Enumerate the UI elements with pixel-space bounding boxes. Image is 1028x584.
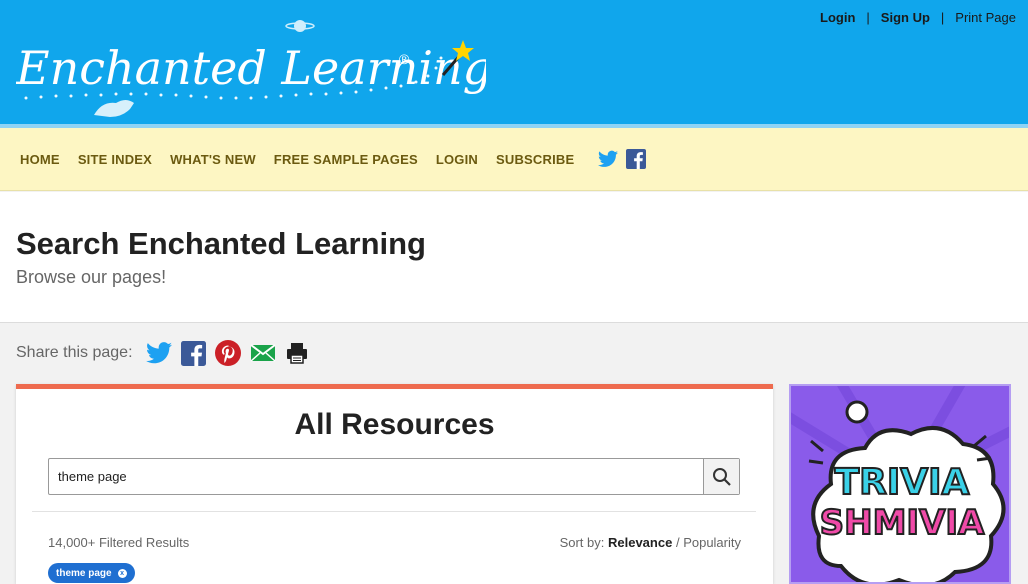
login-link[interactable]: Login [820, 10, 855, 25]
twitter-icon[interactable] [598, 150, 619, 168]
main-nav: HOME SITE INDEX WHAT'S NEW FREE SAMPLE P… [0, 128, 1028, 191]
share-bar: Share this page: [16, 340, 309, 366]
trivia-ad-image: TRIVIA SHMIVIA [791, 386, 1009, 582]
filter-chip[interactable]: theme page x [48, 563, 135, 583]
nav-site-index[interactable]: SITE INDEX [78, 152, 152, 167]
sort-options: Sort by: Relevance / Popularity [559, 535, 741, 550]
account-links: Login | Sign Up | Print Page [820, 10, 1016, 25]
search-icon [712, 467, 731, 486]
svg-text:®: ® [399, 51, 410, 67]
logo-text: Enchanted Learning [16, 41, 486, 95]
sort-label: Sort by: [559, 535, 605, 550]
nav-free-sample-pages[interactable]: FREE SAMPLE PAGES [274, 152, 418, 167]
page-header: Search Enchanted Learning Browse our pag… [0, 192, 1028, 323]
close-icon[interactable]: x [117, 568, 127, 578]
signup-link[interactable]: Sign Up [881, 10, 930, 25]
page-title: Search Enchanted Learning [16, 226, 426, 261]
resources-panel: All Resources 14,000+ Filtered Results S… [16, 384, 773, 584]
facebook-icon[interactable] [180, 340, 206, 366]
filter-chip-label: theme page [56, 567, 112, 579]
search-box [48, 458, 740, 495]
print-page-link[interactable]: Print Page [955, 10, 1016, 25]
pinterest-icon[interactable] [214, 340, 241, 366]
logo[interactable]: Enchanted Learning ® [15, 10, 492, 130]
search-input[interactable] [49, 459, 704, 494]
email-icon[interactable] [249, 343, 276, 363]
top-banner: Enchanted Learning ® Login | Sign Up | P… [0, 0, 1028, 124]
print-icon[interactable] [285, 341, 309, 365]
results-count: 14,000+ Filtered Results [48, 535, 190, 550]
page-subtitle: Browse our pages! [16, 267, 167, 287]
nav-subscribe[interactable]: SUBSCRIBE [496, 152, 574, 167]
facebook-icon[interactable] [626, 149, 647, 169]
enchanted-learning-logo: Enchanted Learning ® [15, 20, 492, 117]
ad-line-1: TRIVIA [835, 462, 970, 503]
trivia-ad[interactable]: TRIVIA SHMIVIA [789, 384, 1011, 584]
sort-popularity[interactable]: Popularity [683, 535, 741, 550]
search-button[interactable] [703, 459, 739, 494]
resources-title: All Resources [294, 408, 495, 441]
sort-relevance[interactable]: Relevance [608, 535, 672, 550]
dinosaur-icon [94, 100, 134, 117]
nav-login[interactable]: LOGIN [436, 152, 478, 167]
nav-whats-new[interactable]: WHAT'S NEW [170, 152, 256, 167]
share-label: Share this page: [16, 344, 133, 361]
ad-line-2: SHMIVIA [820, 503, 985, 543]
nav-social-links [598, 149, 647, 169]
twitter-icon[interactable] [145, 342, 172, 364]
nav-home[interactable]: HOME [20, 152, 60, 167]
panel-divider [32, 511, 756, 512]
